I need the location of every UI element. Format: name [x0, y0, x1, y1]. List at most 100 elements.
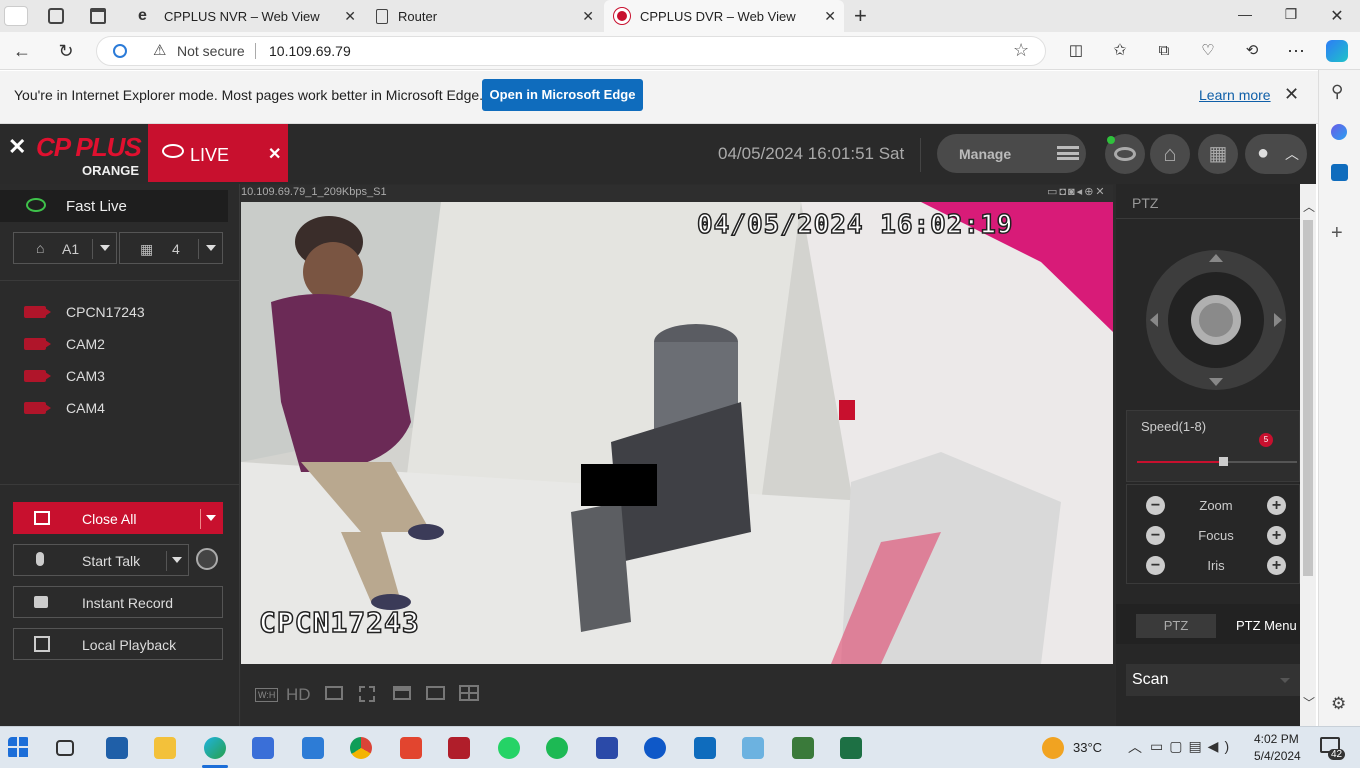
tab-ptz[interactable]: PTZ [1136, 614, 1216, 638]
document-icon[interactable] [792, 737, 814, 759]
add-icon[interactable]: + [1331, 222, 1343, 245]
layout-select[interactable]: ▦ 4 [119, 232, 223, 264]
not-secure-label[interactable]: Not secure [177, 43, 245, 59]
close-all-button[interactable]: Close All [13, 502, 223, 534]
tab-ptz-menu[interactable]: PTZ Menu [1236, 618, 1297, 633]
stream-switch-icon[interactable] [325, 686, 343, 700]
chrome-icon[interactable] [350, 737, 372, 759]
scan-select[interactable]: Scan [1126, 664, 1300, 696]
scroll-down-icon[interactable]: ﹀ [1303, 694, 1315, 711]
address-bar[interactable]: ⚠ Not secure 10.109.69.79 ☆ [96, 36, 1046, 66]
m365-icon[interactable] [1331, 124, 1347, 140]
video-controls-icons[interactable]: ▭◘◙◂⊕✕ [1047, 185, 1107, 198]
tab-actions-icon[interactable] [90, 8, 106, 24]
iris-minus-button[interactable]: − [1146, 555, 1165, 575]
speed-slider-handle[interactable] [1219, 457, 1228, 466]
settings-icon[interactable]: ⚙ [1331, 694, 1346, 714]
tab-cpplus-nvr[interactable]: e CPPLUS NVR – Web View ✕ [128, 0, 364, 32]
browser-essentials-icon[interactable]: ♡ [1196, 40, 1220, 62]
tally-icon[interactable] [596, 737, 618, 759]
more-menu-icon[interactable]: ⋯ [1284, 40, 1308, 62]
fast-live-header[interactable]: Fast Live [0, 190, 228, 222]
tab-router[interactable]: Router ✕ [366, 0, 602, 32]
warning-icon[interactable]: ⚠ [153, 41, 166, 59]
aspect-ratio-button[interactable]: W:H [255, 688, 279, 702]
close-icon[interactable]: ✕ [1284, 84, 1299, 105]
url-text[interactable]: 10.109.69.79 [269, 43, 351, 59]
mail-icon[interactable] [302, 737, 324, 759]
close-live-icon[interactable]: ✕ [268, 144, 281, 164]
clock-time[interactable]: 4:02 PM [1254, 732, 1299, 746]
focus-plus-button[interactable]: + [1267, 525, 1286, 545]
collections-icon[interactable]: ⧉ [1152, 40, 1176, 62]
group-select[interactable]: ⌂ A1 [13, 232, 117, 264]
whatsapp-icon[interactable] [498, 737, 520, 759]
spotify-icon[interactable] [546, 737, 568, 759]
chevron-down-icon[interactable] [206, 515, 216, 521]
search-icon[interactable]: ⚲ [1331, 82, 1343, 102]
teamviewer-icon[interactable] [644, 737, 666, 759]
learn-more-link[interactable]: Learn more [1199, 87, 1271, 103]
file-explorer-icon[interactable] [154, 737, 176, 759]
iris-plus-button[interactable]: + [1267, 555, 1286, 575]
anydesk-icon[interactable] [400, 737, 422, 759]
scroll-thumb[interactable] [1303, 220, 1313, 576]
tab-cpplus-dvr[interactable]: CPPLUS DVR – Web View ✕ [604, 0, 844, 32]
ptz-direction-pad[interactable] [1146, 250, 1286, 390]
minimize-icon[interactable]: — [1235, 6, 1255, 22]
outlook-icon[interactable] [1331, 164, 1348, 181]
back-icon[interactable]: ← [10, 40, 34, 62]
chevron-up-icon[interactable]: ︿ [1128, 737, 1142, 757]
camera-item-cam2[interactable]: CAM2 [24, 334, 105, 354]
restore-icon[interactable]: ❐ [1281, 6, 1301, 23]
clock-date[interactable]: 5/4/2024 [1254, 749, 1301, 763]
home-button[interactable]: ⌂ [1150, 134, 1190, 174]
fullscreen-icon[interactable] [359, 686, 375, 702]
start-talk-button[interactable]: Start Talk [13, 544, 189, 576]
qr-code-button[interactable]: ▦ [1198, 134, 1238, 174]
window-layout-icon[interactable] [393, 686, 411, 700]
profile-icon[interactable] [4, 6, 28, 26]
zoom-in-button[interactable]: + [1266, 495, 1286, 515]
live-tab[interactable]: LIVE ✕ [148, 124, 288, 182]
live-view-button[interactable] [1105, 134, 1145, 174]
local-playback-button[interactable]: Local Playback [13, 628, 223, 660]
single-view-icon[interactable] [426, 686, 445, 700]
copilot-icon[interactable] [1326, 40, 1348, 62]
camera-item-cpcn17243[interactable]: CPCN17243 [24, 302, 145, 322]
workspaces-icon[interactable] [48, 8, 64, 24]
app-icon[interactable] [106, 737, 128, 759]
arrow-left-icon[interactable] [1150, 313, 1158, 327]
ie-mode-icon[interactable] [113, 44, 127, 58]
split-screen-icon[interactable]: ◫ [1064, 40, 1088, 62]
camera-item-cam3[interactable]: CAM3 [24, 366, 105, 386]
arrow-up-icon[interactable] [1209, 254, 1223, 262]
video-feed[interactable]: 04/05/2024 16:02:19 CPCN17243 [241, 202, 1113, 664]
outlook-icon[interactable] [694, 737, 716, 759]
task-view-icon[interactable] [56, 740, 74, 756]
favorites-icon[interactable]: ✩ [1108, 40, 1132, 62]
arrow-right-icon[interactable] [1274, 313, 1282, 327]
edge-icon[interactable] [204, 737, 226, 759]
store-icon[interactable] [252, 737, 274, 759]
ptz-scrollbar[interactable]: ︿ ﹀ [1300, 184, 1316, 726]
user-menu-button[interactable]: ● ︿ [1245, 134, 1307, 174]
temperature[interactable]: 33°C [1073, 740, 1102, 755]
focus-minus-button[interactable]: − [1146, 525, 1165, 545]
talk-status-toggle[interactable] [196, 548, 218, 570]
open-in-edge-button[interactable]: Open in Microsoft Edge [482, 79, 643, 111]
start-icon[interactable] [8, 737, 30, 759]
instant-record-button[interactable]: Instant Record [13, 586, 223, 618]
refresh-icon[interactable]: ↻ [54, 40, 78, 62]
manage-button[interactable]: Manage [937, 134, 1086, 173]
scroll-up-icon[interactable]: ︿ [1303, 198, 1315, 215]
ptz-center-button[interactable] [1191, 295, 1241, 345]
quad-view-icon[interactable] [459, 685, 479, 701]
tray-icons[interactable]: ▭▢▤◀) [1150, 738, 1235, 755]
arrow-down-icon[interactable] [1209, 378, 1223, 386]
app-76-icon[interactable] [448, 737, 470, 759]
hd-button[interactable]: HD [286, 685, 311, 705]
close-icon[interactable]: ✕ [824, 8, 836, 25]
notes-icon[interactable] [742, 737, 764, 759]
zoom-out-button[interactable]: − [1146, 495, 1165, 515]
